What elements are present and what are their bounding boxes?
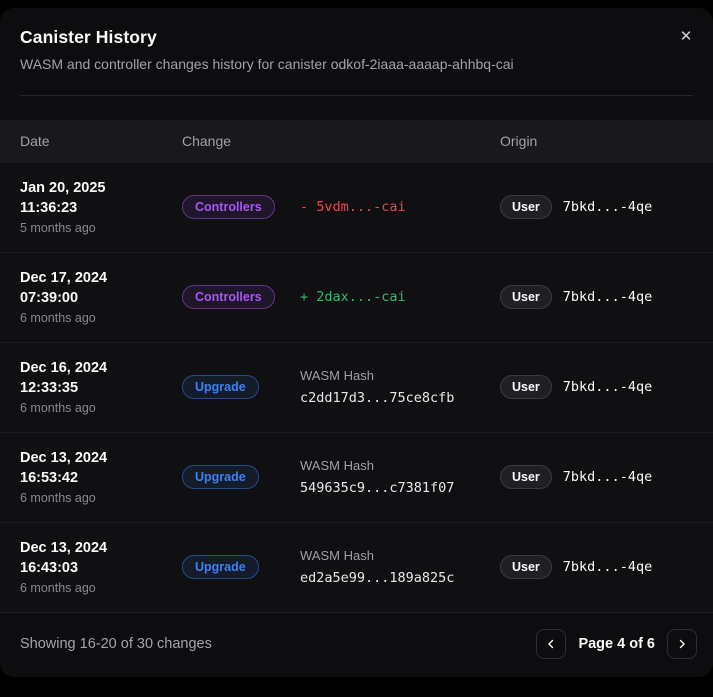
- wasm-hash-value: 549635c9...c7381f07: [300, 480, 455, 497]
- close-button[interactable]: ✕: [675, 25, 697, 47]
- modal-subtitle: WASM and controller changes history for …: [20, 56, 514, 72]
- controller-diff-removed: - 5vdm...-cai: [300, 199, 406, 216]
- pagination: Page 4 of 6: [536, 628, 697, 659]
- previous-page-button[interactable]: [536, 628, 567, 659]
- row-time: 11:36:23: [20, 199, 78, 216]
- wasm-hash-value: c2dd17d3...75ce8cfb: [300, 390, 455, 407]
- change-cell: Controllers + 2dax...-cai: [182, 285, 500, 310]
- row-date: Dec 13, 2024: [20, 540, 108, 557]
- origin-badge: User: [500, 195, 552, 220]
- row-time: 07:39:00: [20, 289, 79, 306]
- modal-footer: Showing 16-20 of 30 changes Page 4 of 6: [0, 628, 713, 659]
- row-time: 12:33:35: [20, 379, 79, 396]
- date-cell: Dec 17, 2024 07:39:00 6 months ago: [20, 269, 182, 325]
- table-row: Dec 13, 2024 16:43:03 6 months ago Upgra…: [0, 522, 713, 613]
- origin-badge: User: [500, 555, 552, 580]
- row-date: Dec 13, 2024: [20, 450, 108, 467]
- origin-badge: User: [500, 285, 552, 310]
- wasm-hash-value: ed2a5e99...189a825c: [300, 570, 455, 587]
- row-relative-time: 6 months ago: [20, 311, 96, 326]
- wasm-hash-label: WASM Hash: [300, 548, 374, 564]
- change-type-badge: Upgrade: [182, 465, 259, 490]
- date-cell: Dec 13, 2024 16:53:42 6 months ago: [20, 449, 182, 505]
- table-row: Dec 16, 2024 12:33:35 6 months ago Upgra…: [0, 342, 713, 433]
- wasm-hash-block: WASM Hash c2dd17d3...75ce8cfb: [300, 368, 454, 406]
- date-cell: Dec 16, 2024 12:33:35 6 months ago: [20, 359, 182, 415]
- change-type-badge: Upgrade: [182, 555, 259, 580]
- modal-title: Canister History: [20, 27, 157, 47]
- change-type-badge: Controllers: [182, 285, 275, 310]
- date-cell: Dec 13, 2024 16:43:03 6 months ago: [20, 539, 182, 595]
- wasm-hash-block: WASM Hash ed2a5e99...189a825c: [300, 548, 454, 586]
- row-date: Jan 20, 2025: [20, 180, 106, 197]
- origin-badge: User: [500, 465, 552, 490]
- origin-cell: User 7bkd...-4qe: [500, 555, 701, 580]
- origin-principal: 7bkd...-4qe: [562, 199, 653, 216]
- row-time: 16:43:03: [20, 559, 79, 576]
- row-relative-time: 6 months ago: [20, 581, 96, 596]
- row-relative-time: 6 months ago: [20, 401, 96, 416]
- column-header-date: Date: [20, 133, 50, 150]
- date-cell: Jan 20, 2025 11:36:23 5 months ago: [20, 179, 182, 235]
- column-header-origin: Origin: [500, 133, 538, 150]
- origin-cell: User 7bkd...-4qe: [500, 375, 701, 400]
- wasm-hash-label: WASM Hash: [300, 368, 374, 384]
- next-page-button[interactable]: [667, 628, 697, 659]
- origin-cell: User 7bkd...-4qe: [500, 285, 701, 310]
- origin-principal: 7bkd...-4qe: [562, 469, 653, 486]
- row-time: 16:53:42: [20, 469, 79, 486]
- row-relative-time: 5 months ago: [20, 221, 96, 236]
- canister-history-modal: Canister History WASM and controller cha…: [0, 8, 713, 677]
- page-indicator: Page 4 of 6: [578, 635, 655, 652]
- controller-diff-added: + 2dax...-cai: [300, 289, 406, 306]
- change-type-badge: Controllers: [182, 195, 275, 220]
- chevron-right-icon: [679, 639, 685, 649]
- change-type-badge: Upgrade: [182, 375, 259, 400]
- pagination-summary: Showing 16-20 of 30 changes: [20, 635, 212, 652]
- table-row: Dec 17, 2024 07:39:00 6 months ago Contr…: [0, 252, 713, 343]
- change-cell: Controllers - 5vdm...-cai: [182, 195, 500, 220]
- origin-badge: User: [500, 375, 552, 400]
- origin-principal: 7bkd...-4qe: [562, 559, 653, 576]
- wasm-hash-block: WASM Hash 549635c9...c7381f07: [300, 458, 454, 496]
- change-cell: Upgrade WASM Hash ed2a5e99...189a825c: [182, 548, 500, 586]
- origin-principal: 7bkd...-4qe: [562, 379, 653, 396]
- origin-principal: 7bkd...-4qe: [562, 289, 653, 306]
- chevron-left-icon: [548, 639, 554, 649]
- row-date: Dec 16, 2024: [20, 360, 108, 377]
- change-cell: Upgrade WASM Hash 549635c9...c7381f07: [182, 458, 500, 496]
- header-divider: [20, 94, 693, 96]
- modal-header: Canister History WASM and controller cha…: [0, 8, 713, 96]
- origin-cell: User 7bkd...-4qe: [500, 195, 701, 220]
- change-cell: Upgrade WASM Hash c2dd17d3...75ce8cfb: [182, 368, 500, 406]
- origin-cell: User 7bkd...-4qe: [500, 465, 701, 490]
- wasm-hash-label: WASM Hash: [300, 458, 374, 474]
- row-date: Dec 17, 2024: [20, 270, 108, 287]
- row-relative-time: 6 months ago: [20, 491, 96, 506]
- table-row: Jan 20, 2025 11:36:23 5 months ago Contr…: [0, 162, 713, 253]
- column-header-change: Change: [182, 133, 232, 150]
- close-icon: ✕: [679, 27, 693, 45]
- table-row: Dec 13, 2024 16:53:42 6 months ago Upgra…: [0, 432, 713, 523]
- table-header-row: Date Change Origin: [0, 119, 713, 163]
